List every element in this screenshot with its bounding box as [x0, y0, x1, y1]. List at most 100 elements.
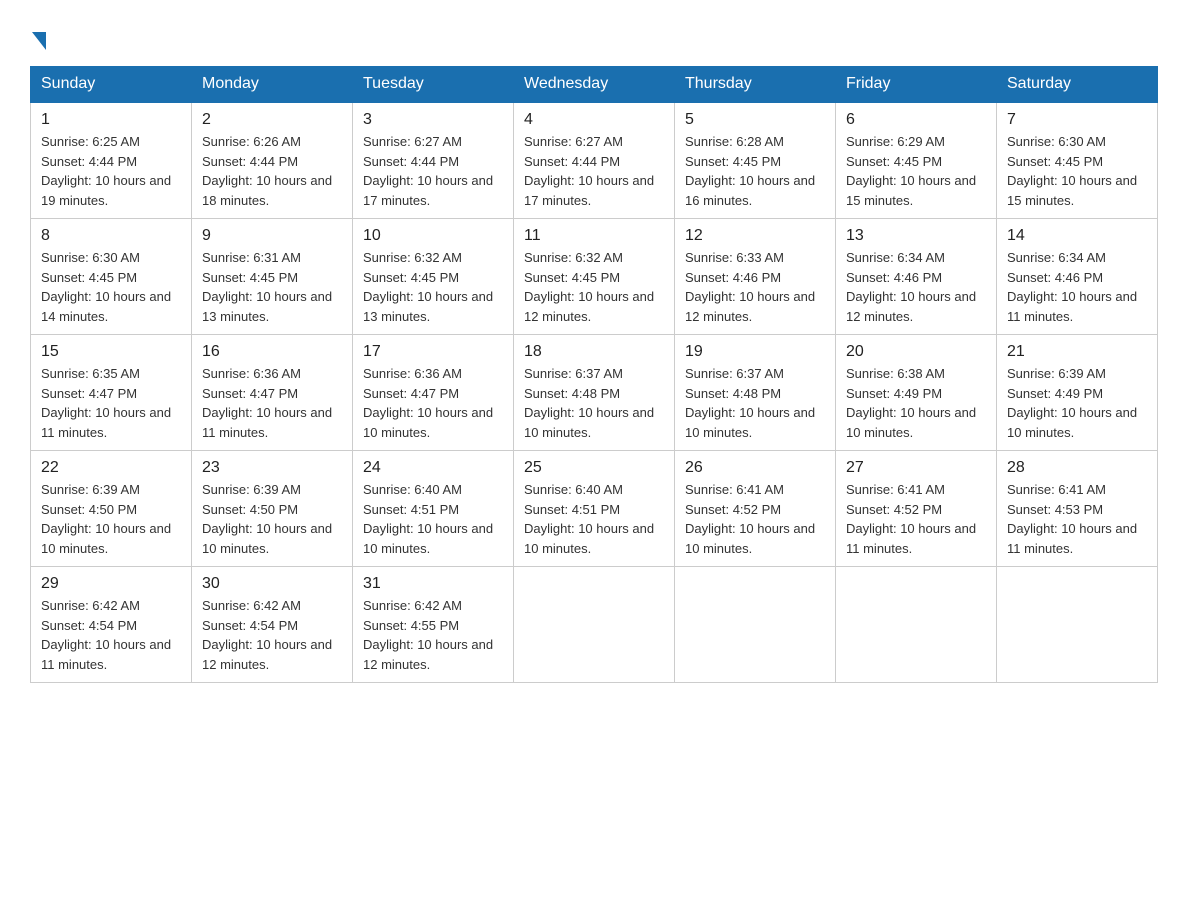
day-info: Sunrise: 6:36 AMSunset: 4:47 PMDaylight:…	[202, 364, 342, 442]
calendar-cell	[514, 567, 675, 683]
day-info: Sunrise: 6:34 AMSunset: 4:46 PMDaylight:…	[1007, 248, 1147, 326]
calendar-cell: 6Sunrise: 6:29 AMSunset: 4:45 PMDaylight…	[836, 102, 997, 219]
day-info: Sunrise: 6:27 AMSunset: 4:44 PMDaylight:…	[363, 132, 503, 210]
calendar-cell: 13 Sunrise: 6:34 AMSunset: 4:46 PMDayligh…	[836, 219, 997, 335]
day-info: Sunrise: 6:32 AMSunset: 4:45 PMDaylight:…	[363, 248, 503, 326]
calendar-table: SundayMondayTuesdayWednesdayThursdayFrid…	[30, 66, 1158, 683]
day-info: Sunrise: 6:40 AMSunset: 4:51 PMDaylight:…	[363, 480, 503, 558]
day-number: 12	[685, 227, 825, 245]
day-number: 1	[41, 111, 181, 129]
calendar-week-row: 15 Sunrise: 6:35 AMSunset: 4:47 PMDayligh…	[31, 335, 1158, 451]
day-number: 16	[202, 343, 342, 361]
calendar-cell: 10 Sunrise: 6:32 AMSunset: 4:45 PMDayligh…	[353, 219, 514, 335]
day-info: Sunrise: 6:33 AMSunset: 4:46 PMDaylight:…	[685, 248, 825, 326]
day-info: Sunrise: 6:32 AMSunset: 4:45 PMDaylight:…	[524, 248, 664, 326]
day-info: Sunrise: 6:26 AMSunset: 4:44 PMDaylight:…	[202, 132, 342, 210]
day-number: 3	[363, 111, 503, 129]
day-info: Sunrise: 6:39 AMSunset: 4:50 PMDaylight:…	[41, 480, 181, 558]
calendar-cell: 24 Sunrise: 6:40 AMSunset: 4:51 PMDayligh…	[353, 451, 514, 567]
day-number: 19	[685, 343, 825, 361]
day-number: 27	[846, 459, 986, 477]
weekday-header-tuesday: Tuesday	[353, 67, 514, 103]
day-number: 17	[363, 343, 503, 361]
calendar-cell	[997, 567, 1158, 683]
day-number: 24	[363, 459, 503, 477]
day-number: 4	[524, 111, 664, 129]
calendar-cell: 16 Sunrise: 6:36 AMSunset: 4:47 PMDayligh…	[192, 335, 353, 451]
day-info: Sunrise: 6:39 AMSunset: 4:49 PMDaylight:…	[1007, 364, 1147, 442]
calendar-cell: 7Sunrise: 6:30 AMSunset: 4:45 PMDaylight…	[997, 102, 1158, 219]
calendar-cell: 9 Sunrise: 6:31 AMSunset: 4:45 PMDaylight…	[192, 219, 353, 335]
weekday-header-sunday: Sunday	[31, 67, 192, 103]
day-number: 21	[1007, 343, 1147, 361]
calendar-body: 1 Sunrise: 6:25 AMSunset: 4:44 PMDaylight…	[31, 102, 1158, 683]
weekday-header-thursday: Thursday	[675, 67, 836, 103]
day-number: 15	[41, 343, 181, 361]
calendar-week-row: 1 Sunrise: 6:25 AMSunset: 4:44 PMDaylight…	[31, 102, 1158, 219]
weekday-header-row: SundayMondayTuesdayWednesdayThursdayFrid…	[31, 67, 1158, 103]
calendar-cell: 15 Sunrise: 6:35 AMSunset: 4:47 PMDayligh…	[31, 335, 192, 451]
day-number: 11	[524, 227, 664, 245]
calendar-cell: 26Sunrise: 6:41 AMSunset: 4:52 PMDayligh…	[675, 451, 836, 567]
day-info: Sunrise: 6:39 AMSunset: 4:50 PMDaylight:…	[202, 480, 342, 558]
day-number: 9	[202, 227, 342, 245]
calendar-cell: 20Sunrise: 6:38 AMSunset: 4:49 PMDayligh…	[836, 335, 997, 451]
day-number: 5	[685, 111, 825, 129]
calendar-week-row: 22 Sunrise: 6:39 AMSunset: 4:50 PMDayligh…	[31, 451, 1158, 567]
day-number: 10	[363, 227, 503, 245]
calendar-cell: 5 Sunrise: 6:28 AMSunset: 4:45 PMDaylight…	[675, 102, 836, 219]
calendar-cell: 3 Sunrise: 6:27 AMSunset: 4:44 PMDaylight…	[353, 102, 514, 219]
day-number: 20	[846, 343, 986, 361]
day-info: Sunrise: 6:25 AMSunset: 4:44 PMDaylight:…	[41, 132, 181, 210]
calendar-cell: 12 Sunrise: 6:33 AMSunset: 4:46 PMDayligh…	[675, 219, 836, 335]
page-header	[30, 20, 1158, 48]
day-info: Sunrise: 6:42 AMSunset: 4:54 PMDaylight:…	[202, 596, 342, 674]
calendar-cell: 19 Sunrise: 6:37 AMSunset: 4:48 PMDayligh…	[675, 335, 836, 451]
day-info: Sunrise: 6:30 AMSunset: 4:45 PMDaylight:…	[41, 248, 181, 326]
weekday-header-friday: Friday	[836, 67, 997, 103]
day-number: 18	[524, 343, 664, 361]
calendar-cell: 30 Sunrise: 6:42 AMSunset: 4:54 PMDayligh…	[192, 567, 353, 683]
day-info: Sunrise: 6:37 AMSunset: 4:48 PMDaylight:…	[524, 364, 664, 442]
day-info: Sunrise: 6:27 AMSunset: 4:44 PMDaylight:…	[524, 132, 664, 210]
day-info: Sunrise: 6:36 AMSunset: 4:47 PMDaylight:…	[363, 364, 503, 442]
day-info: Sunrise: 6:37 AMSunset: 4:48 PMDaylight:…	[685, 364, 825, 442]
calendar-cell: 25 Sunrise: 6:40 AMSunset: 4:51 PMDayligh…	[514, 451, 675, 567]
day-number: 29	[41, 575, 181, 593]
day-number: 25	[524, 459, 664, 477]
calendar-cell: 8 Sunrise: 6:30 AMSunset: 4:45 PMDaylight…	[31, 219, 192, 335]
calendar-cell: 31 Sunrise: 6:42 AMSunset: 4:55 PMDayligh…	[353, 567, 514, 683]
calendar-cell: 4 Sunrise: 6:27 AMSunset: 4:44 PMDaylight…	[514, 102, 675, 219]
day-info: Sunrise: 6:34 AMSunset: 4:46 PMDaylight:…	[846, 248, 986, 326]
day-info: Sunrise: 6:41 AMSunset: 4:52 PMDaylight:…	[846, 480, 986, 558]
calendar-cell: 1 Sunrise: 6:25 AMSunset: 4:44 PMDaylight…	[31, 102, 192, 219]
calendar-cell: 29 Sunrise: 6:42 AMSunset: 4:54 PMDayligh…	[31, 567, 192, 683]
calendar-cell: 28Sunrise: 6:41 AMSunset: 4:53 PMDayligh…	[997, 451, 1158, 567]
day-info: Sunrise: 6:41 AMSunset: 4:52 PMDaylight:…	[685, 480, 825, 558]
weekday-header-wednesday: Wednesday	[514, 67, 675, 103]
day-number: 30	[202, 575, 342, 593]
day-info: Sunrise: 6:30 AMSunset: 4:45 PMDaylight:…	[1007, 132, 1147, 210]
day-info: Sunrise: 6:31 AMSunset: 4:45 PMDaylight:…	[202, 248, 342, 326]
day-number: 8	[41, 227, 181, 245]
calendar-week-row: 8 Sunrise: 6:30 AMSunset: 4:45 PMDaylight…	[31, 219, 1158, 335]
calendar-cell: 18 Sunrise: 6:37 AMSunset: 4:48 PMDayligh…	[514, 335, 675, 451]
calendar-cell: 2Sunrise: 6:26 AMSunset: 4:44 PMDaylight…	[192, 102, 353, 219]
day-info: Sunrise: 6:28 AMSunset: 4:45 PMDaylight:…	[685, 132, 825, 210]
logo-arrow-icon	[32, 32, 46, 50]
calendar-week-row: 29 Sunrise: 6:42 AMSunset: 4:54 PMDayligh…	[31, 567, 1158, 683]
day-info: Sunrise: 6:35 AMSunset: 4:47 PMDaylight:…	[41, 364, 181, 442]
day-info: Sunrise: 6:42 AMSunset: 4:54 PMDaylight:…	[41, 596, 181, 674]
calendar-cell	[836, 567, 997, 683]
calendar-cell: 21 Sunrise: 6:39 AMSunset: 4:49 PMDayligh…	[997, 335, 1158, 451]
day-info: Sunrise: 6:29 AMSunset: 4:45 PMDaylight:…	[846, 132, 986, 210]
calendar-cell	[675, 567, 836, 683]
day-number: 31	[363, 575, 503, 593]
calendar-cell: 22 Sunrise: 6:39 AMSunset: 4:50 PMDayligh…	[31, 451, 192, 567]
day-number: 13	[846, 227, 986, 245]
day-number: 14	[1007, 227, 1147, 245]
day-number: 22	[41, 459, 181, 477]
calendar-cell: 14 Sunrise: 6:34 AMSunset: 4:46 PMDayligh…	[997, 219, 1158, 335]
day-info: Sunrise: 6:42 AMSunset: 4:55 PMDaylight:…	[363, 596, 503, 674]
day-info: Sunrise: 6:40 AMSunset: 4:51 PMDaylight:…	[524, 480, 664, 558]
